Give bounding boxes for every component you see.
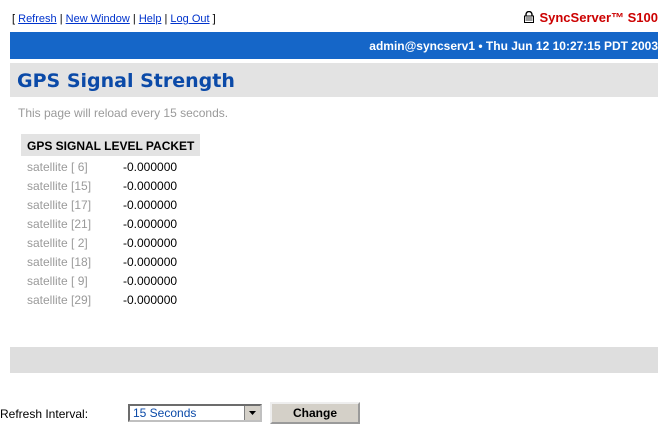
satellite-label: satellite [ 2] — [27, 235, 88, 250]
signal-level: -0.000000 — [123, 292, 178, 307]
selected-interval: 15 Seconds — [133, 406, 197, 420]
brand-logo: SyncServer™ S100 — [523, 10, 658, 25]
user-info: admin@syncserv1 • Thu Jun 12 10:27:15 PD… — [369, 39, 658, 53]
link-separator: | — [59, 13, 63, 25]
table-row: satellite [ 6] -0.000000 — [21, 156, 200, 175]
brand-name: Server™ S100 — [570, 10, 658, 25]
refresh-link[interactable]: Refresh — [18, 13, 57, 25]
title-bar: GPS Signal Strength — [10, 63, 658, 97]
table-row: satellite [ 2] -0.000000 — [21, 232, 200, 251]
dropdown-button[interactable] — [244, 406, 260, 420]
top-bar: [ Refresh | New Window | Help | Log Out … — [10, 2, 658, 30]
bracket-close: ] — [212, 13, 216, 25]
date-time: Thu Jun 12 10:27:15 PDT 2003 — [485, 39, 658, 53]
table-header-row: GPS SIGNAL LEVEL PACKET — [21, 134, 201, 156]
new-window-link[interactable]: New Window — [66, 13, 130, 25]
user-info-bar: admin@syncserv1 • Thu Jun 12 10:27:15 PD… — [10, 32, 658, 59]
satellite-label: satellite [21] — [27, 216, 92, 231]
log-out-link[interactable]: Log Out — [170, 13, 209, 25]
signal-level: -0.000000 — [123, 178, 178, 193]
footer-bar — [10, 347, 658, 373]
table-row: satellite [15] -0.000000 — [21, 175, 200, 194]
link-separator: | — [164, 13, 168, 25]
reload-note: This page will reload every 15 seconds. — [18, 106, 229, 120]
lock-icon — [523, 10, 535, 23]
table-header: GPS SIGNAL LEVEL PACKET — [21, 134, 201, 156]
brand-sync: Sync — [539, 10, 571, 25]
signal-level: -0.000000 — [123, 216, 178, 231]
table-row: satellite [17] -0.000000 — [21, 194, 200, 213]
refresh-interval-label: Refresh Interval: — [0, 407, 89, 421]
bracket-open: [ — [12, 13, 16, 25]
satellite-label: satellite [ 6] — [27, 159, 88, 174]
change-button[interactable]: Change — [270, 402, 360, 424]
top-links: [ Refresh | New Window | Help | Log Out … — [12, 13, 216, 25]
signal-level: -0.000000 — [123, 235, 178, 250]
refresh-interval-select[interactable]: 15 Seconds — [128, 404, 262, 422]
signal-level: -0.000000 — [123, 197, 178, 212]
chevron-down-icon — [249, 411, 256, 415]
link-separator: | — [132, 13, 136, 25]
table-row: satellite [29] -0.000000 — [21, 289, 200, 308]
signal-level: -0.000000 — [123, 273, 178, 288]
table-row: satellite [21] -0.000000 — [21, 213, 200, 232]
table-row: satellite [18] -0.000000 — [21, 251, 200, 270]
satellite-label: satellite [ 9] — [27, 273, 88, 288]
user-name: admin@syncserv1 — [369, 39, 476, 53]
satellite-label: satellite [17] — [27, 197, 92, 212]
satellite-label: satellite [18] — [27, 254, 92, 269]
bullet-separator: • — [478, 39, 483, 53]
page-title: GPS Signal Strength — [17, 70, 235, 92]
help-link[interactable]: Help — [139, 13, 162, 25]
satellite-label: satellite [29] — [27, 292, 92, 307]
satellite-label: satellite [15] — [27, 178, 92, 193]
signal-table: GPS SIGNAL LEVEL PACKET satellite [ 6] -… — [21, 134, 201, 308]
signal-level: -0.000000 — [123, 254, 178, 269]
signal-level: -0.000000 — [123, 159, 178, 174]
table-row: satellite [ 9] -0.000000 — [21, 270, 200, 289]
